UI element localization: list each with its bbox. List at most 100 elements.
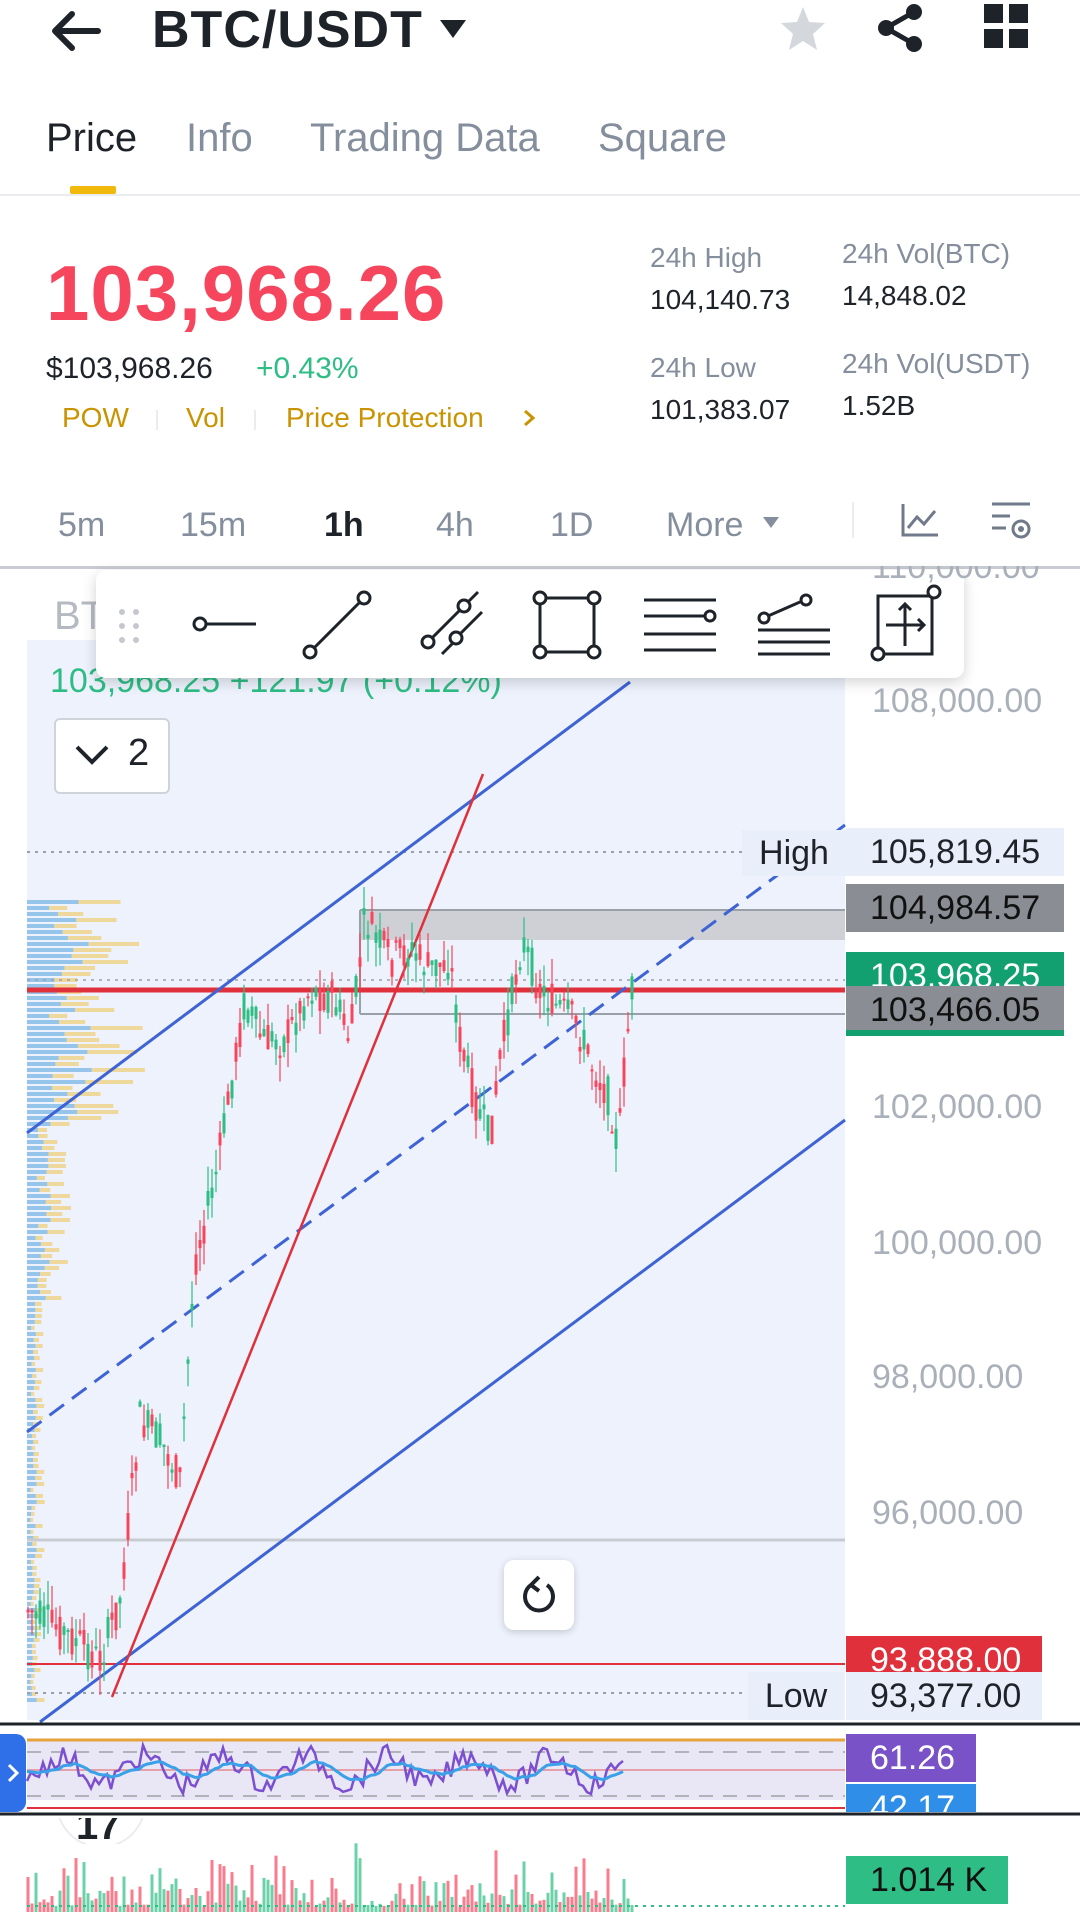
- volume-bar: [98, 1890, 102, 1912]
- rsi-signal-tag-wrap: 42.17: [846, 1784, 976, 1812]
- volume-bar: [410, 1884, 414, 1912]
- tab-price[interactable]: Price: [46, 116, 137, 161]
- tab-trading-data[interactable]: Trading Data: [310, 116, 540, 161]
- back-arrow-icon[interactable]: [48, 4, 102, 58]
- volume-profile-bar: [91, 1068, 145, 1072]
- reset-chart-button[interactable]: [504, 1560, 574, 1630]
- timeframe-15m[interactable]: 15m: [180, 506, 246, 545]
- candle-body: [510, 976, 514, 1005]
- timeframe-1d[interactable]: 1D: [550, 506, 593, 545]
- tag-pow[interactable]: POW: [62, 402, 129, 434]
- volume-profile-bar: [27, 1086, 53, 1090]
- volume-bar: [166, 1890, 170, 1912]
- tag-separator: [156, 410, 158, 430]
- volume-bar: [358, 1858, 362, 1912]
- volume-profile-bar: [27, 1446, 32, 1450]
- candle-body: [426, 952, 430, 967]
- parallel-channel-tool-icon[interactable]: [420, 590, 486, 660]
- candle-body: [454, 1004, 458, 1023]
- fib-extension-tool-icon[interactable]: [756, 590, 832, 660]
- measure-tool-icon[interactable]: [870, 584, 944, 664]
- timeframe-4h[interactable]: 4h: [436, 506, 474, 545]
- volume-profile-bar: [34, 1356, 40, 1360]
- volume-bar: [162, 1889, 166, 1912]
- volume-profile-bar: [35, 1308, 43, 1312]
- volume-profile-bar: [74, 1104, 114, 1108]
- volume-profile-bar: [27, 1236, 36, 1240]
- rotate-reset-icon: [523, 1575, 555, 1613]
- caret-down-icon[interactable]: [438, 18, 468, 45]
- candle-body: [226, 1091, 230, 1105]
- timeframe-more[interactable]: More: [666, 506, 743, 545]
- candle-body: [378, 929, 382, 948]
- candle-body: [290, 1017, 294, 1021]
- volume-profile-bar: [32, 1572, 37, 1576]
- horizontal-line-tool-icon[interactable]: [192, 606, 260, 642]
- volume-profile-bar: [62, 930, 92, 934]
- tag-vol[interactable]: Vol: [186, 402, 225, 434]
- grid-icon[interactable]: [984, 4, 1028, 53]
- candle-body: [90, 1651, 94, 1668]
- volume-profile-bar: [32, 1596, 37, 1600]
- panel-expand-handle[interactable]: [0, 1734, 26, 1812]
- chart-settings-icon[interactable]: [990, 500, 1034, 547]
- candle-body: [42, 1606, 46, 1627]
- volume-profile-bar: [55, 1062, 79, 1066]
- candle-body: [326, 990, 330, 1013]
- drag-handle-icon[interactable]: [116, 606, 142, 646]
- volume-profile-bar: [64, 1032, 96, 1036]
- candle-body: [70, 1628, 74, 1655]
- volume-profile-bar: [27, 1386, 34, 1390]
- candle-body: [358, 957, 362, 967]
- tag-price-protection[interactable]: Price Protection: [286, 402, 484, 434]
- volume-bar: [486, 1902, 490, 1912]
- candle-body: [66, 1630, 70, 1633]
- volume-profile-bar: [27, 1404, 37, 1408]
- caret-down-icon[interactable]: [762, 516, 780, 535]
- candle-body: [494, 1081, 498, 1095]
- volume-profile-bar: [27, 1644, 32, 1648]
- timeframe-5m[interactable]: 5m: [58, 506, 105, 545]
- stat-low-label: 24h Low: [650, 352, 756, 383]
- candle-body: [138, 1401, 142, 1407]
- fib-retracement-tool-icon[interactable]: [642, 594, 718, 656]
- indicator-chart-icon[interactable]: [900, 502, 940, 543]
- rectangle-tool-icon[interactable]: [532, 590, 602, 660]
- share-icon[interactable]: [876, 2, 926, 59]
- volume-profile-bar: [35, 1332, 44, 1336]
- volume-profile-bar: [34, 1428, 41, 1432]
- volume-profile-bar: [27, 1362, 32, 1366]
- indicator-collapse-button[interactable]: 2: [54, 718, 170, 794]
- candle-body: [294, 1022, 298, 1035]
- volume-profile-bar: [27, 1020, 60, 1024]
- pair-title[interactable]: BTC/USDT: [152, 0, 423, 60]
- volume-bar: [478, 1883, 482, 1912]
- volume-profile-bar: [27, 1194, 51, 1198]
- volume-bar: [50, 1896, 54, 1912]
- star-icon[interactable]: [778, 4, 828, 59]
- volume-profile-bar: [52, 1074, 74, 1078]
- volume-bar: [74, 1858, 78, 1912]
- timeframe-1h[interactable]: 1h: [324, 506, 364, 545]
- volume-bar: [134, 1902, 138, 1912]
- y-axis-label: 108,000.00: [872, 682, 1043, 720]
- tab-info[interactable]: Info: [186, 116, 253, 161]
- volume-bar: [590, 1898, 594, 1912]
- volume-bar: [274, 1855, 278, 1912]
- chevron-right-icon[interactable]: [522, 408, 536, 433]
- volume-bar: [430, 1905, 434, 1912]
- volume-profile-bar: [58, 1056, 85, 1060]
- candle-body: [98, 1650, 102, 1671]
- volume-profile-bar: [27, 1008, 76, 1012]
- candle-body: [598, 1083, 602, 1091]
- volume-profile-bar: [33, 1452, 39, 1456]
- volume-bar: [218, 1864, 222, 1912]
- tab-square[interactable]: Square: [598, 116, 727, 161]
- volume-bar: [306, 1902, 310, 1912]
- candle-body: [594, 1080, 598, 1087]
- trend-line-tool-icon[interactable]: [302, 590, 372, 660]
- volume-bar: [194, 1887, 198, 1912]
- candle-body: [38, 1600, 42, 1624]
- volume-profile-bar: [36, 1176, 45, 1180]
- volume-profile-bar: [27, 1296, 46, 1300]
